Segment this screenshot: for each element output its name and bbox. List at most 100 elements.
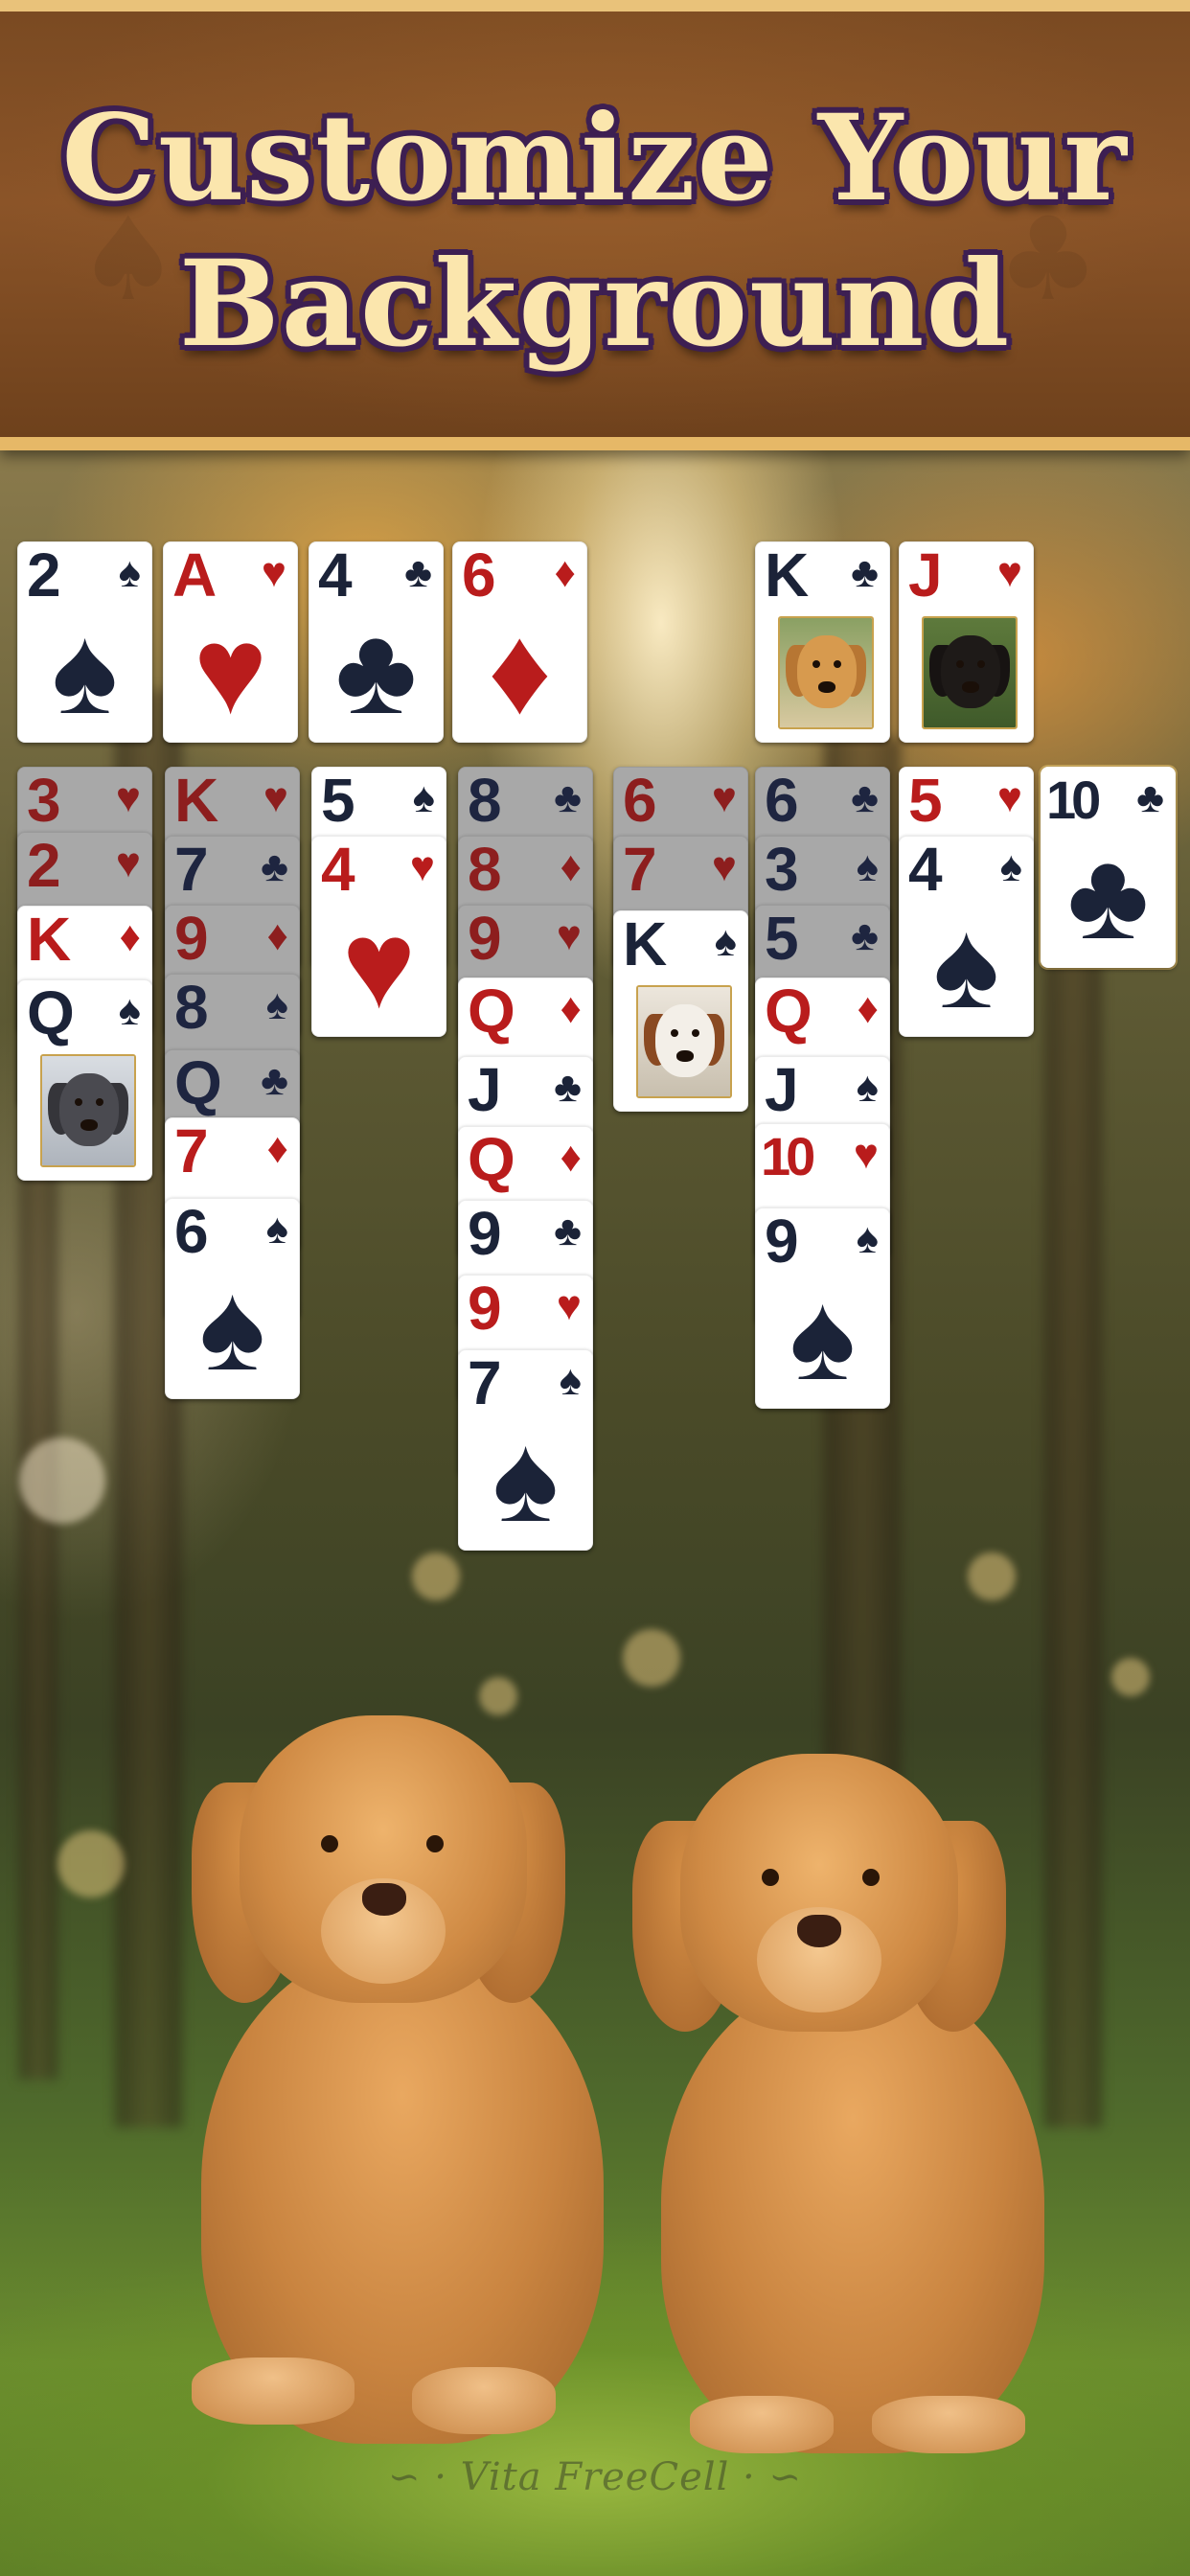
card-rank: 7 — [174, 1116, 209, 1185]
card-rank: 3 — [27, 766, 61, 835]
card-rank: 9 — [765, 1207, 799, 1276]
club-icon: ♣ — [554, 1064, 582, 1111]
club-icon: ♣ — [261, 843, 288, 890]
card-rank: 5 — [321, 766, 355, 835]
heart-icon: ♥ — [711, 774, 737, 821]
card-9-of-spades[interactable]: 9 ♠ ♠ — [755, 1208, 890, 1409]
card-rank: 10 — [761, 1126, 815, 1186]
diamond-large-icon: ♦ — [488, 600, 552, 740]
card-4-of-clubs[interactable]: 4 ♣ ♣ — [309, 541, 444, 743]
card-rank: 7 — [174, 835, 209, 904]
diamond-icon: ♦ — [560, 985, 582, 1032]
card-rank: Q — [765, 977, 812, 1046]
card-rank: 4 — [908, 835, 943, 904]
card-rank: 6 — [765, 766, 799, 835]
club-icon: ♣ — [554, 774, 582, 821]
card-rank: Q — [174, 1048, 222, 1117]
card-rank: 8 — [468, 835, 502, 904]
spade-large-icon: ♠ — [51, 600, 119, 740]
app-watermark: ∽ · Vita FreeCell · ∽ — [0, 2455, 1190, 2499]
bokeh-light — [19, 1438, 105, 1524]
card-4-of-hearts[interactable]: 4 ♥ ♥ — [311, 836, 446, 1037]
spade-icon: ♠ — [118, 549, 141, 596]
card-j-of-hearts[interactable]: J ♥ — [899, 541, 1034, 743]
card-4-of-spades[interactable]: 4 ♠ ♠ — [899, 836, 1034, 1037]
card-rank: 3 — [765, 835, 799, 904]
bokeh-light — [412, 1552, 460, 1600]
card-rank: Q — [468, 1125, 515, 1194]
club-icon: ♣ — [404, 549, 432, 596]
card-6-of-spades[interactable]: 6 ♠ ♠ — [165, 1198, 300, 1399]
card-6-of-diamonds[interactable]: 6 ♦ ♦ — [452, 541, 587, 743]
card-rank: 7 — [623, 835, 657, 904]
french-bulldog-portrait — [40, 1054, 136, 1167]
card-rank: 6 — [174, 1197, 209, 1266]
card-2-of-spades[interactable]: 2 ♠ ♠ — [17, 541, 152, 743]
heart-icon: ♥ — [261, 549, 286, 596]
card-rank: 5 — [908, 766, 943, 835]
spade-icon: ♠ — [714, 918, 737, 965]
card-rank: J — [908, 540, 943, 610]
golden-retriever-portrait — [778, 616, 874, 729]
spade-large-icon: ♠ — [198, 1256, 266, 1396]
card-rank: J — [765, 1055, 799, 1124]
spade-icon: ♠ — [559, 1357, 582, 1404]
card-k-of-spades[interactable]: K ♠ — [613, 910, 748, 1112]
card-k-of-clubs[interactable]: K ♣ — [755, 541, 890, 743]
bokeh-light — [57, 1830, 125, 1898]
card-rank: 8 — [468, 766, 502, 835]
card-q-of-spades[interactable]: Q ♠ — [17, 979, 152, 1181]
black-doberman-portrait — [922, 616, 1018, 729]
card-7-of-spades[interactable]: 7 ♠ ♠ — [458, 1349, 593, 1551]
card-rank: 2 — [27, 831, 61, 900]
spade-large-icon: ♠ — [492, 1408, 560, 1548]
card-rank: 2 — [27, 540, 61, 610]
diamond-icon: ♦ — [266, 912, 288, 959]
diamond-icon: ♦ — [560, 1134, 582, 1181]
card-rank: Q — [27, 978, 75, 1047]
title-line-2: Background — [178, 235, 1012, 374]
heart-icon: ♥ — [711, 843, 737, 890]
diamond-icon: ♦ — [560, 843, 582, 890]
club-icon: ♣ — [851, 774, 879, 821]
page-title: Customize Your Background — [0, 86, 1190, 378]
card-rank: 10 — [1046, 770, 1101, 830]
club-icon: ♣ — [851, 549, 879, 596]
card-a-of-hearts[interactable]: A ♥ ♥ — [163, 541, 298, 743]
card-rank: 6 — [623, 766, 657, 835]
card-rank: K — [623, 909, 667, 978]
card-rank: 5 — [765, 904, 799, 973]
spade-icon: ♠ — [412, 774, 435, 821]
heart-icon: ♥ — [996, 549, 1022, 596]
header-banner: ♠ ♣ Customize Your Background — [0, 0, 1190, 450]
beagle-portrait — [636, 985, 732, 1098]
heart-icon: ♥ — [556, 912, 582, 959]
spade-large-icon: ♠ — [932, 894, 1000, 1034]
card-rank: 9 — [468, 904, 502, 973]
heart-icon: ♥ — [115, 840, 141, 886]
card-rank: 9 — [468, 1199, 502, 1268]
card-rank: 8 — [174, 973, 209, 1042]
flourish-right-icon: · ∽ — [729, 2455, 803, 2499]
card-rank: Q — [468, 977, 515, 1046]
diamond-icon: ♦ — [857, 985, 879, 1032]
card-10-of-clubs[interactable]: 10 ♣ ♣ — [1041, 767, 1176, 968]
title-line-1: Customize Your — [61, 89, 1129, 228]
heart-icon: ♥ — [996, 774, 1022, 821]
club-icon: ♣ — [851, 912, 879, 959]
heart-large-icon: ♥ — [341, 894, 417, 1034]
spade-icon: ♠ — [265, 1206, 288, 1253]
heart-icon: ♥ — [263, 774, 288, 821]
card-rank: K — [174, 766, 218, 835]
card-rank: J — [468, 1055, 502, 1124]
card-rank: 6 — [462, 540, 496, 610]
golden-retriever-right — [613, 1735, 1111, 2453]
card-rank: A — [172, 540, 217, 610]
club-icon: ♣ — [1136, 774, 1164, 821]
diamond-icon: ♦ — [119, 913, 141, 960]
golden-retriever-left — [144, 1706, 680, 2444]
card-rank: 9 — [468, 1274, 502, 1343]
flourish-left-icon: ∽ · — [387, 2455, 461, 2499]
card-rank: 7 — [468, 1348, 502, 1417]
spade-icon: ♠ — [118, 987, 141, 1034]
